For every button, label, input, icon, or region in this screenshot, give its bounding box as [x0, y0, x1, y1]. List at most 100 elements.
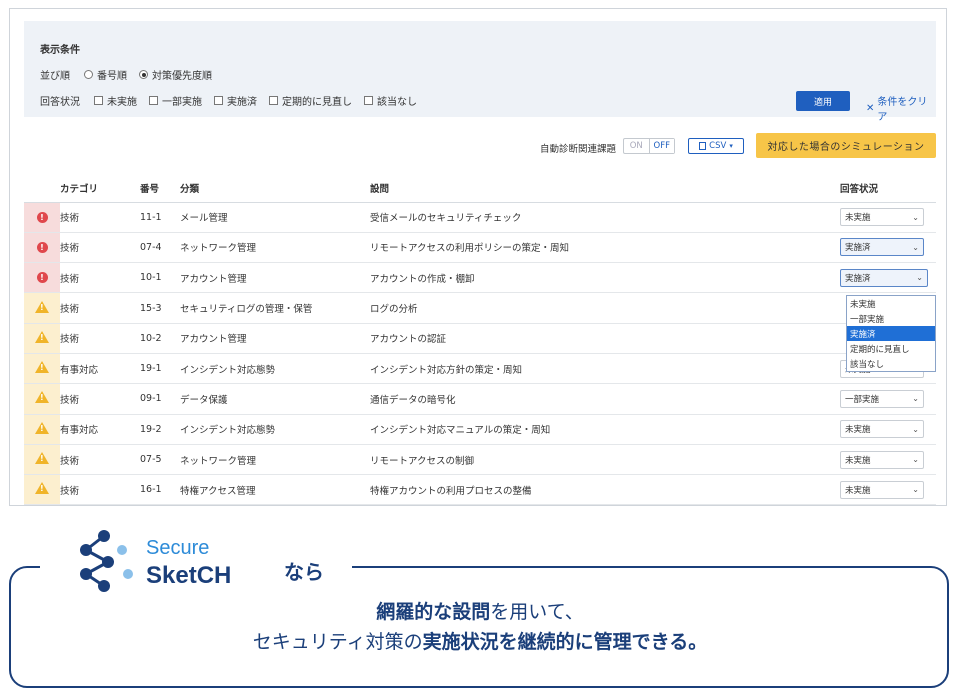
table-row: 有事対応19-2インシデント対応態勢インシデント対応マニュアルの策定・周知未実施… [24, 414, 936, 445]
warning-triangle-icon [35, 300, 49, 313]
status-filter-option[interactable]: 該当なし [364, 93, 417, 108]
filter-panel: 表示条件 並び順 番号順 対策優先度順 回答状況 未実施 一部実施 実施済 定期… [24, 21, 936, 123]
status-select[interactable]: 未実施⌄ [840, 208, 924, 227]
question-header: 設問 [370, 174, 840, 203]
status-cell: 実施済 ⌄ [840, 262, 936, 294]
category-cell: 技術 [60, 292, 140, 324]
sort-row: 並び順 番号順 対策優先度順 [40, 67, 218, 82]
chevron-down-icon: ⌄ [912, 212, 919, 222]
table-row: ! 技術 10-1 アカウント管理 アカウントの作成・棚卸 実施済 ⌄ [24, 262, 936, 294]
question-cell: 通信データの暗号化 [370, 383, 840, 415]
number-cell: 19-2 [140, 414, 180, 445]
auto-diagnosis-toggle[interactable]: ON OFF [623, 138, 675, 154]
number-cell: 09-1 [140, 383, 180, 415]
category-cell: 有事対応 [60, 353, 140, 385]
status-select[interactable]: 未実施⌄ [840, 450, 924, 469]
sort-option-number[interactable]: 番号順 [84, 67, 127, 82]
checkbox-icon[interactable] [94, 96, 103, 105]
toggle-off-option[interactable]: OFF [648, 139, 674, 153]
table-row: 技術07-5ネットワーク管理リモートアクセスの制御未実施⌄ [24, 444, 936, 476]
checkbox-icon[interactable] [214, 96, 223, 105]
category-cell: 技術 [60, 262, 140, 294]
class-cell: アカウント管理 [180, 262, 370, 294]
status-select[interactable]: 実施済 ⌄ [840, 238, 924, 257]
question-cell: インシデント対応マニュアルの策定・周知 [370, 414, 840, 445]
status-select-open[interactable]: 実施済 ⌄ [840, 268, 928, 287]
category-cell: 技術 [60, 202, 140, 233]
status-filter-option[interactable]: 未実施 [94, 93, 137, 108]
question-cell: ログの分析 [370, 292, 840, 324]
status-select[interactable]: 未実施⌄ [840, 420, 924, 439]
number-cell: 19-1 [140, 353, 180, 385]
category-header: カテゴリ [60, 174, 140, 203]
class-cell: アカウント管理 [180, 323, 370, 354]
dropdown-option[interactable]: 未実施 [847, 296, 935, 311]
priority-cell [24, 474, 60, 505]
caption-line-2: セキュリティ対策の実施状況を継続的に管理できる。 [252, 631, 708, 653]
network-logo-icon [80, 530, 133, 592]
number-cell: 10-1 [140, 262, 180, 294]
radio-selected-icon[interactable] [139, 70, 148, 79]
filter-title: 表示条件 [40, 45, 80, 56]
status-filter-option[interactable]: 一部実施 [149, 93, 202, 108]
category-cell: 技術 [60, 232, 140, 264]
dropdown-option-selected[interactable]: 実施済 [847, 326, 935, 341]
priority-cell [24, 414, 60, 445]
caption-line-1: 網羅的な設問を用いて、 [376, 601, 584, 623]
status-cell: 未実施⌄ [840, 474, 936, 505]
status-select[interactable]: 未実施⌄ [840, 480, 924, 499]
table-row: 技術16-1特権アクセス管理特権アカウントの利用プロセスの整備未実施⌄ [24, 474, 936, 505]
apply-button[interactable]: 適用 [796, 91, 850, 111]
number-cell: 07-5 [140, 444, 180, 476]
chevron-down-icon: ⌄ [912, 242, 919, 252]
table-row: 技術10-2アカウント管理アカウントの認証 [24, 323, 936, 354]
clear-filter-link[interactable]: ✕ 条件をクリア [866, 93, 936, 123]
category-cell: 技術 [60, 474, 140, 505]
dropdown-option[interactable]: 一部実施 [847, 311, 935, 326]
priority-cell: ! [24, 232, 60, 264]
document-icon [699, 142, 707, 150]
class-cell: インシデント対応態勢 [180, 353, 370, 385]
priority-cell [24, 383, 60, 415]
class-cell: ネットワーク管理 [180, 444, 370, 476]
number-header: 番号 [140, 174, 180, 203]
number-cell: 10-2 [140, 323, 180, 354]
toolbar: 自動診断関連課題 ON OFF CSV ▾ 対応した場合のシミュレーション [10, 133, 946, 159]
dropdown-option[interactable]: 定期的に見直し [847, 341, 935, 356]
chevron-down-icon: ⌄ [912, 485, 919, 495]
caret-down-icon: ▾ [729, 142, 733, 150]
radio-icon[interactable] [84, 70, 93, 79]
status-cell: 未実施⌄ [840, 202, 936, 233]
checkbox-icon[interactable] [269, 96, 278, 105]
priority-cell: ! [24, 202, 60, 233]
number-cell: 11-1 [140, 202, 180, 233]
status-cell: 一部実施 ⌄ [840, 383, 936, 415]
status-filter-option[interactable]: 実施済 [214, 93, 257, 108]
chevron-down-icon: ⌄ [912, 455, 919, 465]
priority-cell [24, 353, 60, 385]
simulate-button[interactable]: 対応した場合のシミュレーション [756, 133, 936, 158]
number-cell: 07-4 [140, 232, 180, 264]
alert-circle-icon: ! [36, 241, 48, 253]
csv-button[interactable]: CSV ▾ [688, 138, 744, 154]
status-filter-row: 回答状況 未実施 一部実施 実施済 定期的に見直し 該当なし [40, 93, 423, 108]
status-select[interactable]: 一部実施 ⌄ [840, 389, 924, 408]
dropdown-option[interactable]: 該当なし [847, 356, 935, 371]
chevron-down-icon: ⌄ [912, 424, 919, 434]
status-filter-option[interactable]: 定期的に見直し [269, 93, 352, 108]
question-cell: 特権アカウントの利用プロセスの整備 [370, 474, 840, 505]
checkbox-icon[interactable] [364, 96, 373, 105]
class-cell: 特権アクセス管理 [180, 474, 370, 505]
warning-triangle-icon [35, 452, 49, 465]
number-cell: 15-3 [140, 292, 180, 324]
question-table: カテゴリ 番号 分類 設問 回答状況 ! 技術 11-1 メール管理 受信メールのセキュ… [24, 174, 936, 505]
checkbox-icon[interactable] [149, 96, 158, 105]
warning-triangle-icon [35, 482, 49, 495]
toggle-on-option[interactable]: ON [624, 139, 649, 153]
question-cell: アカウントの認証 [370, 323, 840, 354]
chevron-down-icon: ⌄ [912, 394, 919, 404]
auto-diagnosis-label: 自動診断関連課題 [540, 144, 617, 155]
table-row: ! 技術 07-4 ネットワーク管理 リモートアクセスの利用ポリシーの策定・周知 実施済 ⌄ [24, 232, 936, 264]
sort-option-priority[interactable]: 対策優先度順 [139, 67, 212, 82]
status-dropdown-list[interactable]: 未実施 一部実施 実施済 定期的に見直し 該当なし [846, 295, 936, 372]
